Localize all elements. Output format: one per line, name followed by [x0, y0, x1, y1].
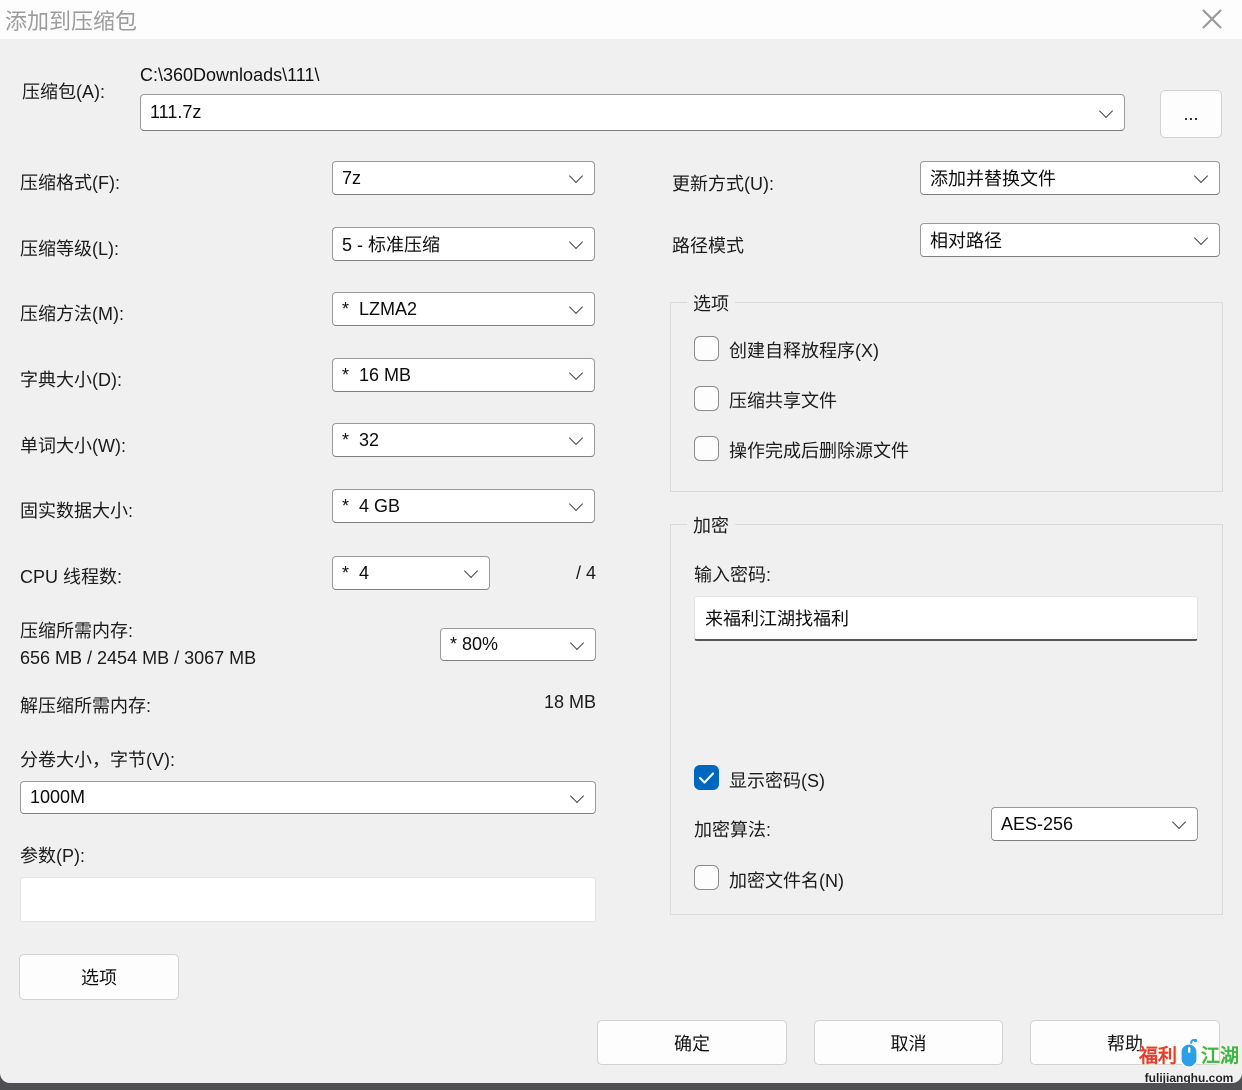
dictionary-label: 字典大小(D): — [20, 370, 122, 390]
add-to-archive-dialog: 添加到压缩包 压缩包(A): C:\360Downloads\111\ 111.… — [0, 0, 1242, 1083]
cpu-threads-value: * 4 — [342, 562, 370, 583]
chevron-down-icon[interactable] — [1098, 103, 1114, 118]
cancel-button[interactable]: 取消 — [814, 1020, 1003, 1065]
chevron-down-icon — [568, 365, 584, 381]
chevron-down-icon — [1193, 168, 1209, 184]
chevron-down-icon — [1171, 814, 1187, 830]
chevron-down-icon — [568, 168, 584, 184]
chevron-down-icon — [1193, 230, 1209, 246]
delete-after-label: 操作完成后删除源文件 — [729, 441, 909, 461]
options-groupbox: 选项 创建自释放程序(X) 压缩共享文件 操作完成后删除源文件 — [670, 290, 1223, 492]
path-mode-value: 相对路径 — [930, 231, 1002, 251]
watermark: 福利 江湖 fulijianghu.com — [1136, 1037, 1242, 1083]
chevron-down-icon — [569, 788, 585, 803]
cpu-threads-max: / 4 — [575, 563, 596, 583]
memory-percent-value: * 80% — [450, 634, 499, 654]
options-group-legend: 选项 — [687, 290, 735, 316]
format-dropdown[interactable]: 7z — [332, 161, 595, 195]
word-size-label: 单词大小(W): — [20, 436, 126, 456]
memory-percent-dropdown[interactable]: * 80% — [440, 628, 596, 661]
word-size-dropdown[interactable]: * 32 — [332, 423, 595, 457]
archive-name-value: 111.7z — [150, 102, 202, 122]
level-value: 5 - 标准压缩 — [342, 235, 441, 255]
archive-label: 压缩包(A): — [22, 82, 105, 102]
show-password-label: 显示密码(S) — [729, 771, 825, 791]
volume-size-value: 1000M — [30, 787, 86, 807]
encryption-groupbox: 加密 输入密码: 来福利江湖找福利 显示密码(S) 加密算法: AES-256 … — [670, 512, 1223, 915]
memory-decompress-label: 解压缩所需内存: — [20, 696, 152, 716]
watermark-text-left: 福利 — [1138, 1045, 1177, 1067]
path-mode-label: 路径模式 — [672, 236, 744, 256]
watermark-url: fulijianghu.com — [1144, 1071, 1234, 1083]
create-sfx-checkbox[interactable] — [694, 336, 719, 361]
update-mode-dropdown[interactable]: 添加并替换文件 — [920, 161, 1220, 195]
update-mode-value: 添加并替换文件 — [930, 169, 1056, 189]
browse-button[interactable]: ... — [1160, 90, 1222, 138]
close-icon[interactable] — [1196, 3, 1228, 35]
encrypt-filenames-label: 加密文件名(N) — [729, 871, 844, 891]
method-value: * LZMA2 — [342, 298, 418, 319]
volume-size-label: 分卷大小，字节(V): — [20, 750, 175, 770]
mouse-icon — [1178, 1036, 1200, 1073]
password-label: 输入密码: — [694, 565, 772, 585]
dictionary-dropdown[interactable]: * 16 MB — [332, 358, 595, 392]
watermark-text-right: 江湖 — [1201, 1045, 1240, 1067]
cpu-threads-dropdown[interactable]: * 4 — [332, 556, 490, 590]
dictionary-value: * 16 MB — [342, 364, 412, 385]
word-size-value: * 32 — [342, 429, 380, 450]
encryption-algorithm-value: AES-256 — [1001, 813, 1074, 834]
screen: 添加到压缩包 压缩包(A): C:\360Downloads\111\ 111.… — [0, 0, 1242, 1090]
archive-dir-path: C:\360Downloads\111\ — [140, 65, 320, 85]
compress-shared-label: 压缩共享文件 — [729, 391, 837, 411]
memory-decompress-value: 18 MB — [543, 692, 596, 712]
encryption-algorithm-dropdown[interactable]: AES-256 — [991, 807, 1198, 841]
format-label: 压缩格式(F): — [20, 173, 120, 193]
encryption-group-legend: 加密 — [687, 512, 735, 538]
delete-after-checkbox[interactable] — [694, 436, 719, 461]
volume-size-combobox[interactable]: 1000M — [20, 781, 596, 814]
chevron-down-icon — [568, 299, 584, 315]
encryption-algorithm-label: 加密算法: — [694, 820, 772, 840]
cpu-threads-label: CPU 线程数: — [20, 567, 123, 587]
dialog-title: 添加到压缩包 — [5, 9, 138, 34]
level-dropdown[interactable]: 5 - 标准压缩 — [332, 227, 595, 261]
chevron-down-icon — [568, 430, 584, 446]
options-button[interactable]: 选项 — [19, 954, 179, 1000]
show-password-checkbox[interactable] — [694, 765, 719, 790]
parameters-label: 参数(P): — [20, 846, 85, 866]
password-input[interactable]: 来福利江湖找福利 — [694, 596, 1198, 641]
method-label: 压缩方法(M): — [20, 304, 124, 324]
parameters-input[interactable] — [20, 877, 596, 922]
archive-name-combobox[interactable]: 111.7z — [140, 94, 1125, 131]
level-label: 压缩等级(L): — [20, 239, 119, 259]
chevron-down-icon — [569, 635, 585, 650]
create-sfx-label: 创建自释放程序(X) — [729, 341, 879, 361]
ok-button[interactable]: 确定 — [597, 1020, 787, 1065]
compress-shared-checkbox[interactable] — [694, 386, 719, 411]
solid-block-label: 固实数据大小: — [20, 501, 134, 521]
format-value: 7z — [342, 167, 362, 188]
path-mode-dropdown[interactable]: 相对路径 — [920, 223, 1220, 257]
encrypt-filenames-checkbox[interactable] — [694, 865, 719, 890]
memory-compress-value: 656 MB / 2454 MB / 3067 MB — [20, 648, 257, 668]
chevron-down-icon — [463, 563, 479, 579]
solid-block-value: * 4 GB — [342, 495, 401, 516]
titlebar: 添加到压缩包 — [0, 0, 1242, 39]
method-dropdown[interactable]: * LZMA2 — [332, 292, 595, 326]
solid-block-dropdown[interactable]: * 4 GB — [332, 489, 595, 523]
chevron-down-icon — [568, 234, 584, 250]
watermark-logo: 福利 江湖 — [1136, 1037, 1242, 1071]
memory-compress-label: 压缩所需内存: — [20, 621, 134, 641]
update-mode-label: 更新方式(U): — [672, 174, 774, 194]
chevron-down-icon — [568, 496, 584, 512]
